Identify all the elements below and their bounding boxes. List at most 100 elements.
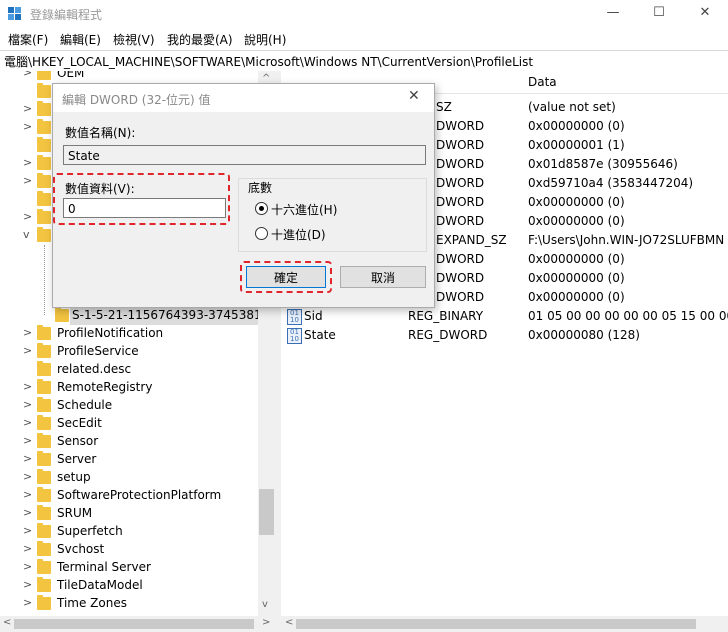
- folder-icon: [37, 559, 51, 574]
- tree-item-selected[interactable]: S-1-5-21-1156764393-3745381063-3: [0, 307, 274, 325]
- folder-icon: [37, 71, 51, 80]
- folder-icon: [37, 343, 51, 358]
- tree-item[interactable]: > Sensor: [0, 433, 258, 451]
- column-header-data[interactable]: Data: [528, 71, 557, 93]
- chevron-right-icon[interactable]: >: [23, 578, 32, 591]
- maximize-button[interactable]: ☐: [636, 0, 682, 28]
- tree-connector: [44, 245, 45, 315]
- chevron-right-icon[interactable]: >: [23, 596, 32, 609]
- scroll-left-icon[interactable]: <: [3, 617, 11, 628]
- tree-item[interactable]: > SecEdit: [0, 415, 258, 433]
- chevron-right-icon[interactable]: >: [23, 434, 32, 447]
- scroll-left-icon[interactable]: <: [285, 617, 293, 628]
- menu-help[interactable]: 說明(H): [244, 31, 286, 48]
- folder-icon: [37, 469, 51, 484]
- value-row-sid[interactable]: 01 10 Sid REG_BINARY 01 05 00 00 00 00 00…: [281, 307, 728, 326]
- tree-item[interactable]: > Terminal Server: [0, 559, 258, 577]
- chevron-right-icon[interactable]: >: [23, 560, 32, 573]
- tree-item[interactable]: > ProfileService: [0, 343, 258, 361]
- horizontal-scrollbar[interactable]: < > <: [0, 616, 728, 632]
- chevron-right-icon[interactable]: >: [23, 524, 32, 537]
- chevron-right-icon[interactable]: >: [23, 506, 32, 519]
- folder-icon: [37, 595, 51, 610]
- value-row-state[interactable]: 01 10 State REG_DWORD 0x00000080 (128): [281, 326, 728, 345]
- folder-icon: [37, 505, 51, 520]
- folder-icon: [37, 523, 51, 538]
- values-hscroll-thumb[interactable]: [296, 619, 696, 629]
- chevron-right-icon[interactable]: >: [23, 542, 32, 555]
- tree-hscroll-thumb[interactable]: [14, 619, 254, 629]
- chevron-right-icon[interactable]: >: [23, 380, 32, 393]
- folder-icon: [37, 83, 51, 98]
- address-bar[interactable]: 電腦\HKEY_LOCAL_MACHINE\SOFTWARE\Microsoft…: [0, 50, 728, 72]
- dialog-close-button[interactable]: ✕: [408, 88, 420, 104]
- base-label: 底數: [246, 179, 275, 196]
- chevron-right-icon[interactable]: >: [23, 416, 32, 429]
- folder-icon: [37, 101, 51, 116]
- scroll-down-icon[interactable]: v: [262, 599, 268, 610]
- chevron-right-icon[interactable]: >: [23, 174, 32, 187]
- tree-item[interactable]: > Schedule: [0, 397, 258, 415]
- chevron-right-icon[interactable]: >: [23, 156, 32, 169]
- minimize-button[interactable]: —: [590, 0, 636, 28]
- tree-item[interactable]: related.desc: [0, 361, 258, 379]
- address-path[interactable]: 電腦\HKEY_LOCAL_MACHINE\SOFTWARE\Microsoft…: [4, 53, 533, 70]
- folder-icon: [37, 137, 51, 152]
- chevron-right-icon[interactable]: >: [23, 71, 32, 79]
- hex-label[interactable]: 十六進位(H): [271, 201, 337, 218]
- tree-item[interactable]: > Time Zones: [0, 595, 258, 613]
- scroll-right-icon[interactable]: >: [262, 617, 270, 628]
- chevron-right-icon[interactable]: >: [23, 120, 32, 133]
- edit-dword-dialog: 編輯 DWORD (32-位元) 值 ✕ 數值名稱(N): State 數值資料…: [52, 83, 435, 308]
- tree-item[interactable]: > ProfileNotification: [0, 325, 258, 343]
- chevron-right-icon[interactable]: >: [23, 344, 32, 357]
- decimal-radio[interactable]: [255, 227, 268, 240]
- chevron-right-icon[interactable]: >: [23, 210, 32, 223]
- tree-item[interactable]: > TileDataModel: [0, 577, 258, 595]
- tree-item[interactable]: > RemoteRegistry: [0, 379, 258, 397]
- folder-icon: [37, 541, 51, 556]
- tree-item[interactable]: > SoftwareProtectionPlatform: [0, 487, 258, 505]
- hex-radio[interactable]: [255, 202, 268, 215]
- folder-icon: [37, 415, 51, 430]
- menu-favorites[interactable]: 我的最愛(A): [167, 31, 233, 48]
- chevron-right-icon[interactable]: >: [23, 398, 32, 411]
- folder-icon: [37, 155, 51, 170]
- tree-item[interactable]: > OEM: [0, 71, 258, 83]
- tree-item[interactable]: > setup: [0, 469, 258, 487]
- dialog-title-bar: 編輯 DWORD (32-位元) 值 ✕: [53, 84, 434, 112]
- tree-item[interactable]: > SRUM: [0, 505, 258, 523]
- folder-icon: [37, 361, 51, 376]
- value-name-field[interactable]: State: [63, 145, 426, 165]
- chevron-right-icon[interactable]: >: [23, 470, 32, 483]
- cancel-button[interactable]: 取消: [340, 266, 426, 288]
- folder-icon: [37, 397, 51, 412]
- chevron-right-icon[interactable]: >: [23, 326, 32, 339]
- menu-file[interactable]: 檔案(F): [8, 31, 48, 48]
- chevron-down-icon[interactable]: v: [23, 228, 30, 241]
- close-button[interactable]: ✕: [682, 0, 728, 28]
- decimal-label[interactable]: 十進位(D): [271, 226, 326, 243]
- window-title: 登錄編輯程式: [30, 8, 103, 22]
- folder-icon: [37, 325, 51, 340]
- tree-item[interactable]: > Svchost: [0, 541, 258, 559]
- tree-item[interactable]: > Superfetch: [0, 523, 258, 541]
- title-bar: 登錄編輯程式 — ☐ ✕: [0, 0, 728, 28]
- highlight-ok-button: [240, 261, 332, 293]
- folder-icon: [37, 209, 51, 224]
- folder-icon: [37, 191, 51, 206]
- chevron-right-icon[interactable]: >: [23, 488, 32, 501]
- chevron-right-icon[interactable]: >: [23, 102, 32, 115]
- tree-item[interactable]: > Server: [0, 451, 258, 469]
- binary-value-icon: 01 10: [287, 309, 302, 325]
- folder-open-icon: [37, 227, 51, 242]
- menu-view[interactable]: 檢視(V): [113, 31, 155, 48]
- dword-value-icon: 01 10: [287, 328, 302, 344]
- folder-icon: [37, 577, 51, 592]
- dialog-title: 編輯 DWORD (32-位元) 值: [62, 93, 211, 107]
- menu-edit[interactable]: 編輯(E): [60, 31, 101, 48]
- tree-scroll-thumb[interactable]: [259, 489, 274, 535]
- registry-editor-icon: [8, 7, 22, 21]
- chevron-right-icon[interactable]: >: [23, 452, 32, 465]
- folder-icon: [55, 307, 69, 322]
